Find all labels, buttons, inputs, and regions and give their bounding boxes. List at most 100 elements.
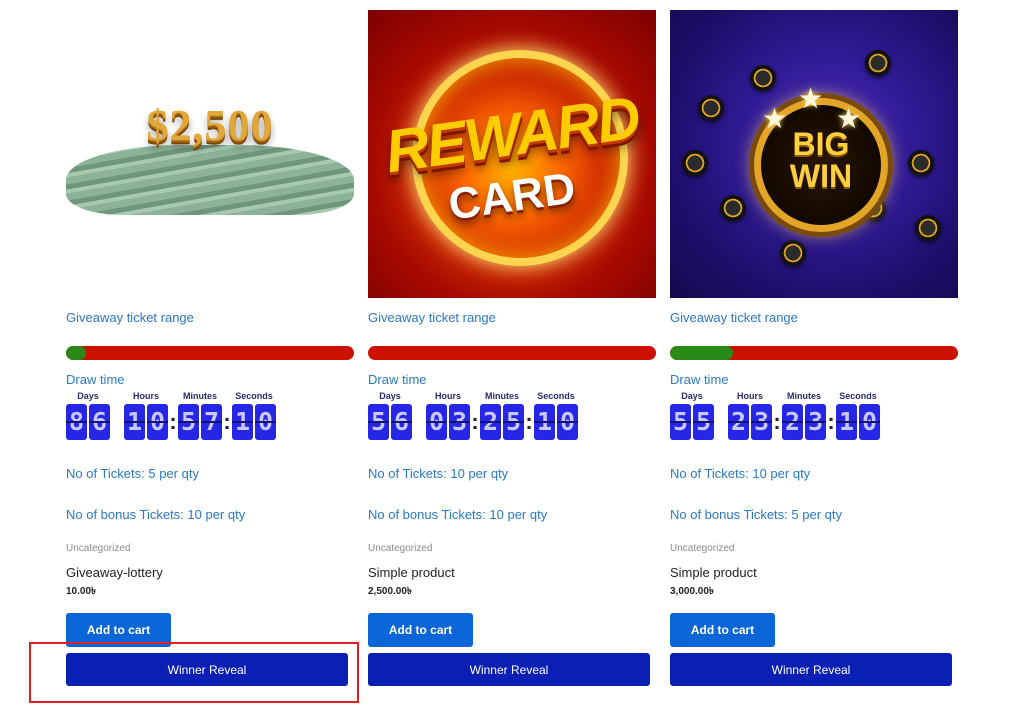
digit: 5 [503, 404, 524, 440]
winner-reveal-button[interactable]: Winner Reveal [66, 653, 348, 686]
casino-chip-icon [865, 50, 891, 76]
tickets-info: No of Tickets: 10 per qty [670, 466, 811, 481]
countdown-timer: Days 56 Hours 03 : Minutes 25 : Seconds … [368, 391, 656, 440]
digit: 1 [124, 404, 145, 440]
digit: 0 [426, 404, 447, 440]
bonus-tickets-info: No of bonus Tickets: 10 per qty [368, 507, 548, 522]
digit: 2 [782, 404, 803, 440]
cash-stack-art [66, 145, 354, 215]
digit: 3 [751, 404, 772, 440]
giveaway-range-label: Giveaway ticket range [368, 310, 496, 325]
ticket-progress-bar [66, 346, 354, 360]
digit: 2 [480, 404, 501, 440]
seconds-label: Seconds [839, 391, 877, 401]
digit: 1 [534, 404, 555, 440]
countdown-days: Days 56 [368, 391, 412, 440]
product-image-big-win[interactable]: ★ ★ ★ BIG WIN [670, 10, 958, 298]
colon-separator: : [169, 409, 177, 434]
countdown-days: Days 55 [670, 391, 714, 440]
product-card-2: REWARD CARD Giveaway ticket range Draw t… [368, 10, 656, 686]
countdown-seconds: Seconds 10 [836, 391, 880, 440]
bonus-tickets-info: No of bonus Tickets: 5 per qty [670, 507, 842, 522]
digit: 7 [201, 404, 222, 440]
countdown-seconds: Seconds 10 [534, 391, 578, 440]
draw-time-label: Draw time [66, 372, 125, 387]
hours-label: Hours [132, 391, 159, 401]
add-to-cart-button[interactable]: Add to cart [670, 613, 775, 647]
digit: 1 [232, 404, 253, 440]
ticket-progress-bar [368, 346, 656, 360]
days-label: Days [77, 391, 99, 401]
product-price: 3,000.00৳ [670, 586, 714, 597]
bonus-tickets-info: No of bonus Tickets: 10 per qty [66, 507, 246, 522]
seconds-label: Seconds [537, 391, 575, 401]
digit: 6 [89, 404, 110, 440]
giveaway-range-label: Giveaway ticket range [670, 310, 798, 325]
countdown-hours: Hours 10 [124, 391, 168, 440]
digit: 5 [178, 404, 199, 440]
colon-separator: : [773, 409, 781, 434]
product-image-cash[interactable]: $2,500 [66, 10, 354, 298]
product-category[interactable]: Uncategorized [670, 543, 958, 556]
product-category[interactable]: Uncategorized [368, 543, 656, 556]
add-to-cart-button[interactable]: Add to cart [368, 613, 473, 647]
casino-chip-icon [780, 240, 806, 266]
big-text: BIG [792, 126, 850, 162]
product-price: 2,500.00৳ [368, 586, 412, 597]
countdown-minutes: Minutes 23 [782, 391, 826, 440]
tickets-info: No of Tickets: 10 per qty [368, 466, 509, 481]
star-icon: ★ [798, 83, 824, 114]
days-label: Days [681, 391, 703, 401]
countdown-hours: Hours 23 [728, 391, 772, 440]
countdown-timer: Days 55 Hours 23 : Minutes 23 : Seconds … [670, 391, 958, 440]
product-image-reward-card[interactable]: REWARD CARD [368, 10, 656, 298]
digit: 0 [557, 404, 578, 440]
product-card-3: ★ ★ ★ BIG WIN Giveaway ticket range Draw… [670, 10, 958, 686]
digit: 5 [693, 404, 714, 440]
image-big-win-text: BIG WIN [754, 128, 888, 192]
add-to-cart-button[interactable]: Add to cart [66, 613, 171, 647]
minutes-label: Minutes [182, 391, 217, 401]
draw-time-label: Draw time [368, 372, 427, 387]
product-title[interactable]: Simple product [368, 565, 656, 581]
countdown-minutes: Minutes 25 [480, 391, 524, 440]
countdown-minutes: Minutes 57 [178, 391, 222, 440]
product-title[interactable]: Simple product [670, 565, 958, 581]
win-text: WIN [789, 158, 853, 194]
colon-separator: : [827, 409, 835, 434]
product-category[interactable]: Uncategorized [66, 543, 354, 556]
casino-chip-icon [698, 95, 724, 121]
giveaway-range-label: Giveaway ticket range [66, 310, 194, 325]
winner-reveal-button[interactable]: Winner Reveal [368, 653, 650, 686]
casino-chip-icon [682, 150, 708, 176]
seconds-label: Seconds [235, 391, 273, 401]
countdown-days: Days 86 [66, 391, 110, 440]
product-card-1: $2,500 Giveaway ticket range Draw time D… [66, 10, 354, 686]
tickets-info: No of Tickets: 5 per qty [66, 466, 199, 481]
digit: 0 [255, 404, 276, 440]
winner-reveal-button[interactable]: Winner Reveal [670, 653, 952, 686]
minutes-label: Minutes [484, 391, 519, 401]
hours-label: Hours [434, 391, 461, 401]
digit: 8 [66, 404, 87, 440]
draw-time-label: Draw time [670, 372, 729, 387]
image-amount-text: $2,500 [146, 101, 274, 150]
casino-chip-icon [908, 150, 934, 176]
countdown-seconds: Seconds 10 [232, 391, 276, 440]
digit: 0 [859, 404, 880, 440]
digit: 1 [836, 404, 857, 440]
hours-label: Hours [736, 391, 763, 401]
digit: 5 [670, 404, 691, 440]
progress-fill [66, 346, 87, 360]
digit: 3 [449, 404, 470, 440]
digit: 5 [368, 404, 389, 440]
product-title[interactable]: Giveaway-lottery [66, 565, 354, 581]
colon-separator: : [223, 409, 231, 434]
countdown-hours: Hours 03 [426, 391, 470, 440]
digit: 3 [805, 404, 826, 440]
casino-chip-icon [750, 65, 776, 91]
colon-separator: : [525, 409, 533, 434]
countdown-timer: Days 86 Hours 10 : Minutes 57 : Seconds … [66, 391, 354, 440]
digit: 2 [728, 404, 749, 440]
digit: 0 [147, 404, 168, 440]
